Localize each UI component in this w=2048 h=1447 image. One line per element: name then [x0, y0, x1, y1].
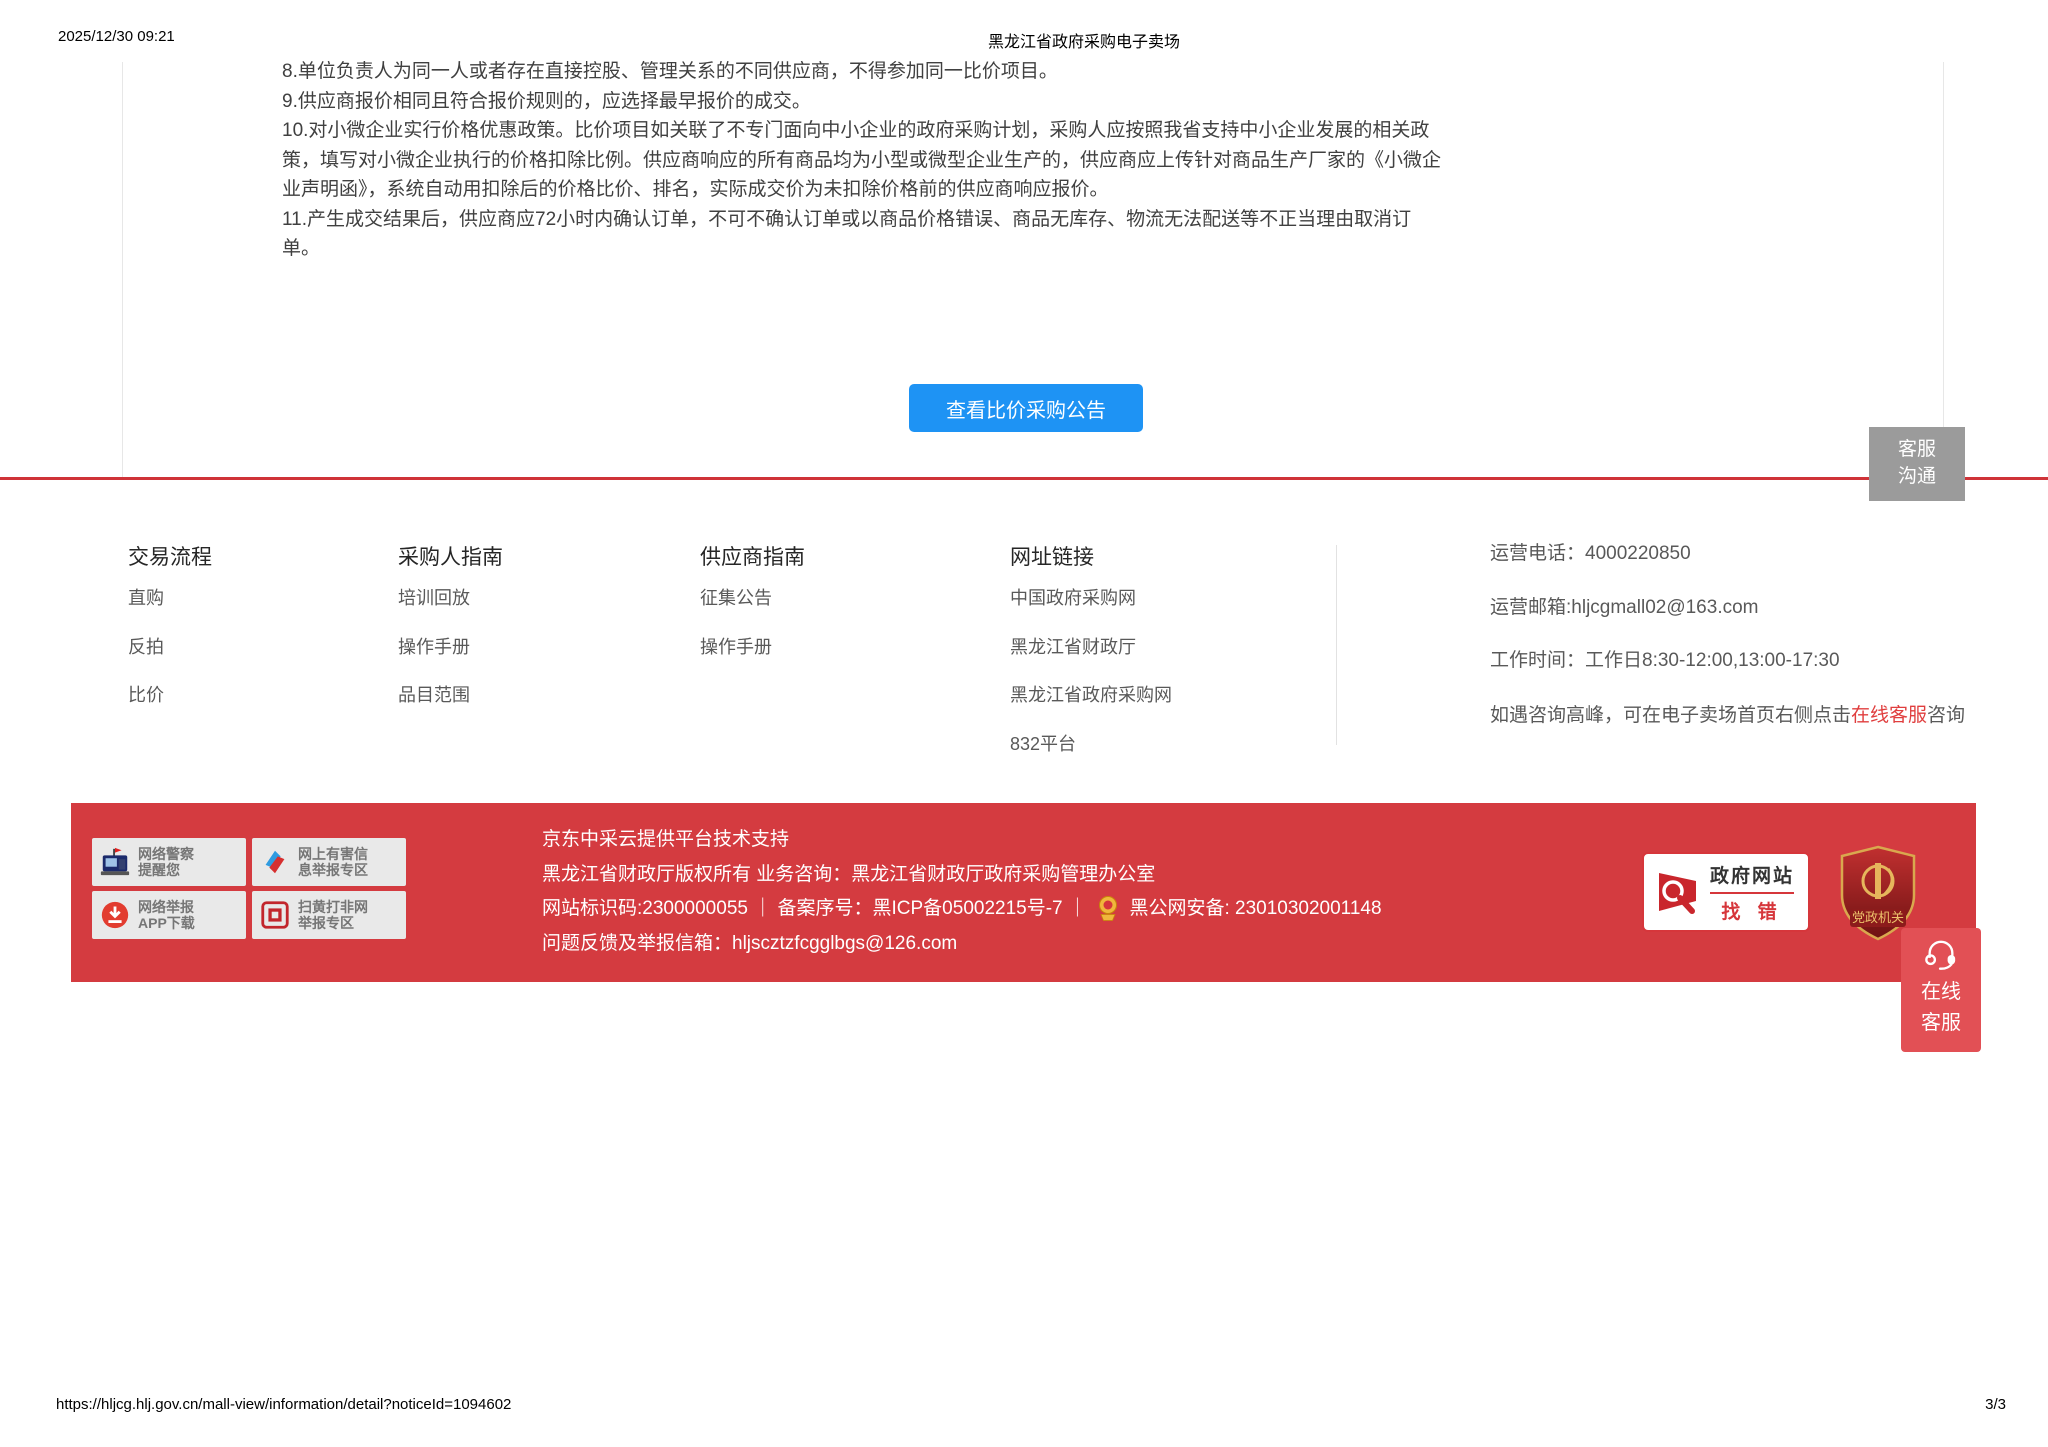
service-tip: 如遇咨询高峰，可在电子卖场首页右侧点击在线客服咨询 [1490, 698, 1970, 734]
red-divider-line [0, 477, 2048, 480]
badge-label-line2: 提醒您 [138, 862, 194, 878]
copyright-line: 黑龙江省财政厅版权所有 业务咨询：黑龙江省财政厅政府采购管理办公室 [542, 858, 1382, 893]
anti-pornography-seal-icon [259, 899, 291, 931]
online-service-widget[interactable]: 在线 客服 [1901, 928, 1981, 1052]
public-security-emblem-icon [1097, 895, 1119, 921]
icp-line: 网站标识码:2300000055 ｜ 备案序号：黑ICP备05002215号-7… [542, 892, 1382, 927]
icp-left-text: 网站标识码:2300000055 ｜ 备案序号：黑ICP备05002215号-7… [542, 898, 1087, 919]
customer-service-tab-line1: 客服 [1869, 436, 1965, 463]
view-price-comparison-notice-button[interactable]: 查看比价采购公告 [909, 384, 1143, 432]
app-download-icon [99, 899, 131, 931]
print-page-indicator: 3/3 [1985, 1396, 2006, 1413]
service-tip-suffix: 咨询 [1927, 705, 1965, 726]
badge-harmful-info-report[interactable]: 网上有害信 息举报专区 [252, 838, 406, 886]
print-page-url: https://hljcg.hlj.gov.cn/mall-view/infor… [56, 1396, 511, 1413]
badge-label-line2: 举报专区 [298, 915, 368, 931]
badge-label: 网上有害信 息举报专区 [298, 846, 368, 878]
page-title: 黑龙江省政府采购电子卖场 [120, 28, 2048, 52]
party-government-shield-icon: 党政机关 [1838, 845, 1918, 941]
footer-link-832-platform[interactable]: 832平台 [1010, 720, 1172, 769]
badge-report-app-download[interactable]: 网络举报 APP下载 [92, 891, 246, 939]
contact-info: 运营电话：4000220850 运营邮箱:hljcgmall02@163.com… [1490, 527, 1970, 734]
footer-bar-text: 京东中采云提供平台技术支持 黑龙江省财政厅版权所有 业务咨询：黑龙江省财政厅政府… [542, 823, 1382, 961]
report-badges-grid: 网络警察 提醒您 网上有害信 息举报专区 [92, 838, 406, 939]
footer-link-category-scope[interactable]: 品目范围 [398, 671, 503, 720]
red-footer-bar: 网络警察 提醒您 网上有害信 息举报专区 [71, 803, 1976, 982]
online-service-line2: 客服 [1901, 1008, 1981, 1039]
footer-column-website-links: 网址链接 中国政府采购网 黑龙江省财政厅 黑龙江省政府采购网 832平台 [1010, 542, 1172, 768]
footer-column-buyer-guide: 采购人指南 培训回放 操作手册 品目范围 [398, 542, 503, 720]
badge-anti-pornography-report[interactable]: 扫黄打非网 举报专区 [252, 891, 406, 939]
online-service-line1: 在线 [1901, 977, 1981, 1008]
harmful-info-report-icon [259, 846, 291, 878]
working-hours: 工作时间：工作日8:30-12:00,13:00-17:30 [1490, 634, 1970, 688]
footer-vertical-divider [1336, 545, 1337, 745]
headset-icon [1922, 938, 1960, 972]
footer-column-title: 网址链接 [1010, 542, 1172, 574]
operation-email: 运营邮箱:hljcgmall02@163.com [1490, 581, 1970, 635]
footer-link-collection-notice[interactable]: 征集公告 [700, 574, 805, 623]
footer-column-title: 交易流程 [128, 542, 212, 574]
error-badge-divider [1710, 892, 1794, 894]
footer-link-operation-manual[interactable]: 操作手册 [700, 623, 805, 672]
customer-service-tab[interactable]: 客服 沟通 [1869, 427, 1965, 501]
rule-item-10: 10.对小微企业实行价格优惠政策。比价项目如关联了不专门面向中小企业的政府采购计… [282, 116, 1442, 205]
rules-text: 8.单位负责人为同一人或者存在直接控股、管理关系的不同供应商，不得参加同一比价项… [282, 57, 1442, 264]
rule-item-8: 8.单位负责人为同一人或者存在直接控股、管理关系的不同供应商，不得参加同一比价项… [282, 57, 1442, 87]
badge-label: 网络举报 APP下载 [138, 899, 195, 931]
rule-item-9: 9.供应商报价相同且符合报价规则的，应选择最早报价的成交。 [282, 87, 1442, 117]
badge-label-line1: 网上有害信 [298, 846, 368, 862]
footer-link-operation-manual[interactable]: 操作手册 [398, 623, 503, 672]
customer-service-tab-line2: 沟通 [1869, 463, 1965, 490]
badge-label-line1: 网络举报 [138, 899, 195, 915]
service-tip-text: 如遇咨询高峰，可在电子卖场首页右侧点击 [1490, 705, 1851, 726]
footer-link-price-comparison[interactable]: 比价 [128, 671, 212, 720]
badge-label: 扫黄打非网 举报专区 [298, 899, 368, 931]
badge-label: 网络警察 提醒您 [138, 846, 194, 878]
footer-link-hlj-gov-procurement[interactable]: 黑龙江省政府采购网 [1010, 671, 1172, 720]
footer-link-hlj-finance-dept[interactable]: 黑龙江省财政厅 [1010, 623, 1172, 672]
security-filing-text[interactable]: 黑公网安备: 23010302001148 [1129, 898, 1381, 919]
content-left-border [122, 62, 123, 477]
footer-column-title: 采购人指南 [398, 542, 503, 574]
flag-magnifier-icon [1651, 866, 1703, 918]
tech-support-line: 京东中采云提供平台技术支持 [542, 823, 1382, 858]
gov-website-error-report-badge[interactable]: 政府网站 找 错 [1642, 852, 1810, 932]
error-badge-line2: 找 错 [1710, 897, 1794, 924]
rule-item-11: 11.产生成交结果后，供应商应72小时内确认订单，不可不确认订单或以商品价格错误… [282, 205, 1442, 264]
badge-label-line2: APP下载 [138, 915, 195, 931]
footer-column-supplier-guide: 供应商指南 征集公告 操作手册 [700, 542, 805, 671]
footer-link-direct-purchase[interactable]: 直购 [128, 574, 212, 623]
footer-column-title: 供应商指南 [700, 542, 805, 574]
footer-link-reverse-auction[interactable]: 反拍 [128, 623, 212, 672]
footer-link-ccgp[interactable]: 中国政府采购网 [1010, 574, 1172, 623]
cyber-police-icon [99, 846, 131, 878]
footer-link-training-replay[interactable]: 培训回放 [398, 574, 503, 623]
badge-label-line1: 网络警察 [138, 846, 194, 862]
online-service-link[interactable]: 在线客服 [1851, 705, 1927, 726]
badge-cyber-police[interactable]: 网络警察 提醒您 [92, 838, 246, 886]
badge-label-line1: 扫黄打非网 [298, 899, 368, 915]
shield-badge-label: 党政机关 [1852, 910, 1904, 925]
operation-phone: 运营电话：4000220850 [1490, 527, 1970, 581]
error-badge-line1: 政府网站 [1710, 861, 1794, 888]
print-preview-page: 2025/12/30 09:21 黑龙江省政府采购电子卖场 8.单位负责人为同一… [0, 0, 2048, 1447]
error-badge-text: 政府网站 找 错 [1710, 861, 1794, 924]
party-government-organ-badge[interactable]: 党政机关 [1838, 845, 1918, 941]
feedback-mailbox-line: 问题反馈及举报信箱：hljscztzfcgglbgs@126.com [542, 927, 1382, 962]
badge-label-line2: 息举报专区 [298, 862, 368, 878]
footer-column-trade-process: 交易流程 直购 反拍 比价 [128, 542, 212, 720]
content-right-border [1943, 62, 1944, 477]
